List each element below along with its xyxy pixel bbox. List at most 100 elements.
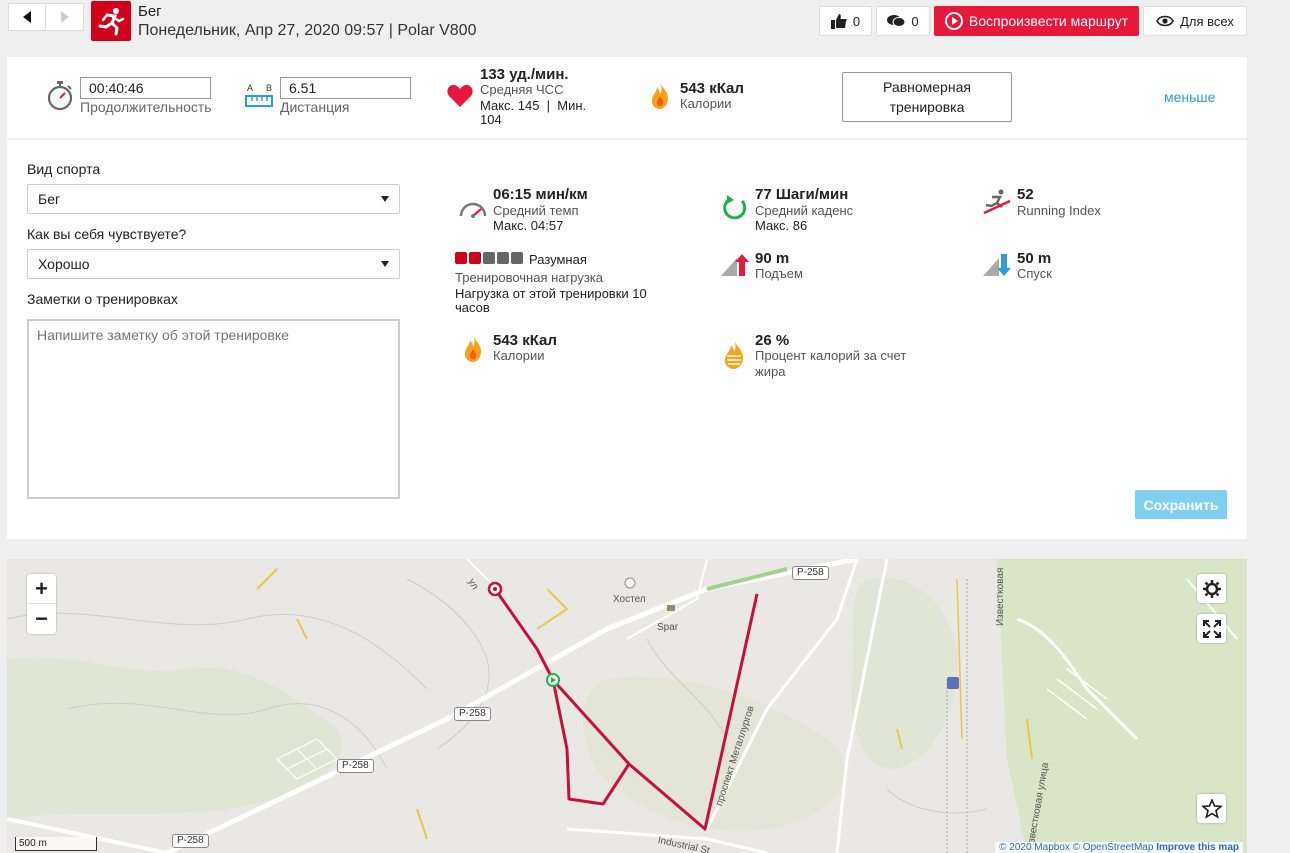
descent-value: 50 m (1017, 250, 1052, 267)
arrow-right-icon (60, 11, 69, 23)
speedometer-icon (459, 202, 487, 218)
zoom-out-button[interactable]: − (27, 604, 56, 634)
chevron-down-icon (381, 196, 389, 202)
avg-hr-label: Средняя ЧСС (480, 82, 564, 97)
avg-cadence-value: 77 Шаги/мин (755, 186, 849, 203)
expand-icon (1202, 619, 1221, 638)
zoom-in-button[interactable]: + (27, 574, 56, 604)
avg-cadence-label: Средний каденс (755, 203, 854, 218)
sport-type-select[interactable]: Бег (27, 184, 400, 214)
feeling-select[interactable]: Хорошо (27, 249, 400, 279)
comment-icon (887, 15, 906, 27)
fullscreen-button[interactable] (1197, 614, 1226, 643)
summary-calories-label: Калории (680, 96, 732, 111)
descent-icon (983, 254, 1011, 276)
notes-textarea[interactable] (27, 319, 400, 499)
osm-link[interactable]: © OpenStreetMap (1073, 842, 1154, 853)
sport-type-label: Вид спорта (27, 161, 101, 177)
load-bar-1 (455, 252, 467, 264)
transit-icon[interactable] (947, 677, 959, 689)
street-label-izvestkovaya: Известковая (995, 567, 1006, 626)
zoom-control: + − (27, 574, 56, 634)
hostel-icon[interactable] (624, 577, 636, 589)
play-route-label: Воспроизвести маршрут (968, 13, 1129, 29)
duration-field[interactable]: 00:40:46 (80, 77, 211, 99)
comment-count: 0 (911, 13, 919, 29)
map-attribution: © 2020 Mapbox © OpenStreetMap Improve th… (995, 842, 1243, 853)
gear-icon (1202, 579, 1221, 598)
distance-field[interactable]: 6.51 (280, 77, 411, 99)
spar-label: Spar (657, 622, 679, 633)
flame-icon (464, 335, 482, 362)
improve-map-link[interactable]: Improve this map (1156, 842, 1239, 853)
locate-button[interactable] (1197, 574, 1226, 603)
feeling-value: Хорошо (38, 256, 90, 272)
max-pace: Макс. 04:57 (493, 218, 564, 233)
descent-label: Спуск (1017, 266, 1052, 281)
sport-type-value: Бег (38, 191, 61, 207)
save-button[interactable]: Сохранить (1135, 490, 1227, 519)
like-count: 0 (852, 13, 861, 29)
notes-label: Заметки о тренировках (27, 291, 178, 307)
training-benefit-button[interactable]: Равномерная тренировка (842, 72, 1012, 122)
duration-label: Продолжительность (80, 99, 212, 115)
training-load-bars (455, 252, 523, 264)
ascent-icon (721, 254, 749, 276)
mapbox-link[interactable]: © 2020 Mapbox (999, 842, 1070, 853)
favorite-button[interactable] (1197, 794, 1226, 823)
stopwatch-icon (47, 81, 73, 111)
running-sport-icon (91, 1, 131, 41)
fat-percent-label-1: Процент калорий за счет (755, 348, 907, 363)
distance-label: Дистанция (280, 99, 350, 115)
visibility-button[interactable]: Для всех (1143, 6, 1247, 36)
hr-min-value: 104 (480, 112, 502, 127)
training-benefit-line1: Равномерная (883, 79, 971, 95)
star-icon (1201, 798, 1222, 819)
training-load-label: Тренировочная нагрузка (455, 270, 604, 285)
fat-burn-icon (724, 340, 744, 369)
fat-percent-label-2: жира (755, 364, 786, 379)
hr-max-min: Макс. 145 | Мин. (480, 98, 587, 113)
running-index-label: Running Index (1017, 203, 1101, 218)
training-load-level: Разумная (529, 252, 587, 267)
chevron-down-icon (381, 261, 389, 267)
play-route-button[interactable]: Воспроизвести маршрут (934, 6, 1139, 36)
route-map[interactable]: P-258 P-258 P-258 P-258 Хостел Spar ул п… (7, 559, 1247, 853)
distance-a-label: A (247, 83, 254, 93)
cadence-icon (723, 195, 747, 220)
back-button[interactable] (8, 3, 46, 31)
arrow-left-icon (23, 11, 31, 23)
calories-value: 543 кКал (493, 332, 557, 349)
heart-icon (447, 84, 473, 107)
comment-button[interactable]: 0 (876, 6, 930, 36)
road-label-p258: P-258 (337, 759, 374, 773)
fat-percent-value: 26 % (755, 332, 790, 349)
training-benefit-line2: тренировка (889, 99, 965, 115)
less-link[interactable]: меньше (1164, 89, 1215, 105)
feeling-label: Как вы себя чувствуете? (27, 226, 187, 242)
sport-title: Бег (138, 3, 162, 20)
ascent-label: Подъем (755, 266, 803, 281)
shop-icon[interactable] (667, 605, 675, 611)
ruler-icon (245, 95, 273, 107)
ascent-value: 90 m (755, 250, 790, 267)
flame-icon (651, 82, 669, 109)
road-label-p258: P-258 (454, 707, 491, 721)
hostel-label: Хостел (613, 594, 646, 605)
running-index-value: 52 (1017, 186, 1034, 203)
running-index-icon (983, 189, 1011, 215)
like-button[interactable]: 0 (819, 6, 872, 36)
visibility-label: Для всех (1180, 13, 1234, 29)
load-bar-3 (483, 252, 495, 264)
map-scale: 500 m (15, 837, 97, 851)
road-label-p258: P-258 (792, 566, 829, 580)
avg-pace-label: Средний темп (493, 203, 579, 218)
forward-button[interactable] (46, 3, 84, 31)
training-load-desc-2: часов (455, 300, 490, 315)
eye-icon (1156, 15, 1175, 27)
calories-label: Калории (493, 348, 545, 363)
thumbs-up-icon (830, 13, 847, 29)
load-bar-5 (511, 252, 523, 264)
max-cadence: Макс. 86 (755, 218, 808, 233)
avg-pace-value: 06:15 мин/км (493, 186, 588, 203)
